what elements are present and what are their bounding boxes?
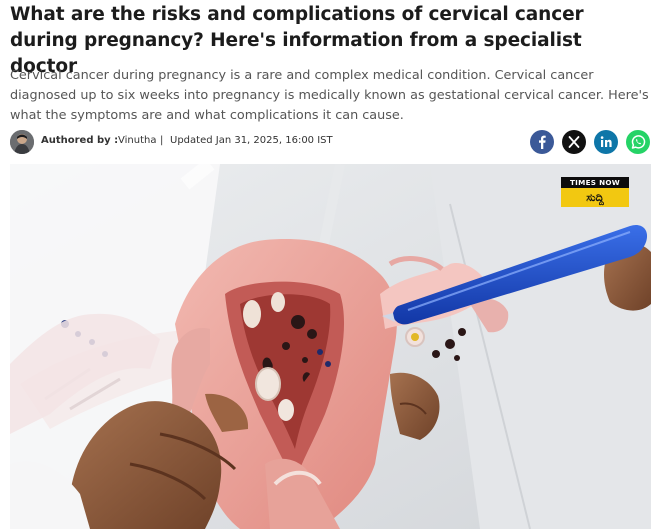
share-linkedin-button[interactable] [594,130,618,154]
article: What are the risks and complications of … [0,0,653,529]
facebook-icon [539,135,546,149]
times-now-badge: TIMES NOW ಸುದ್ದಿ [561,177,629,207]
author-avatar[interactable] [10,130,34,154]
byline: Authored by : Vinutha | Updated Jan 31, … [10,130,653,156]
linkedin-icon [600,136,612,147]
badge-brand-text: TIMES NOW [561,177,629,188]
share-facebook-button[interactable] [530,130,554,154]
author-name-link[interactable]: Vinutha [118,135,156,146]
authored-by-label: Authored by : [41,135,119,146]
badge-subtitle-text: ಸುದ್ದಿ [586,191,604,204]
article-summary: Cervical cancer during pregnancy is a ra… [10,68,649,123]
hero-image[interactable]: TIMES NOW ಸುದ್ದಿ [10,164,651,529]
byline-separator: | [160,135,164,146]
uterus-model-photo [10,164,651,529]
x-icon [568,136,580,148]
updated-timestamp: Updated Jan 31, 2025, 16:00 IST [170,135,333,146]
share-x-button[interactable] [562,130,586,154]
whatsapp-icon [631,135,646,149]
share-whatsapp-button[interactable] [626,130,650,154]
